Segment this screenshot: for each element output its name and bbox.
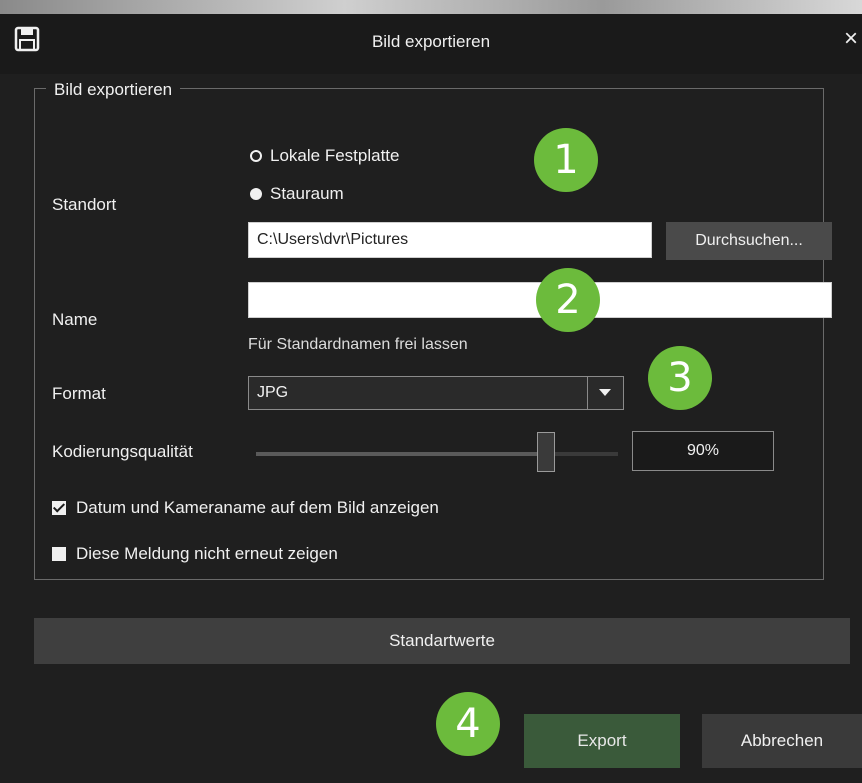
location-label: Standort: [52, 195, 117, 214]
cancel-button[interactable]: Abbrechen: [702, 714, 862, 768]
name-label: Name: [52, 310, 98, 329]
group-legend: Bild exportieren: [46, 80, 181, 100]
dropdown-divider: [587, 377, 588, 409]
callout-1: 1: [534, 128, 598, 192]
checkbox-checked[interactable]: [52, 500, 66, 515]
defaults-button[interactable]: Standartwerte: [34, 618, 850, 664]
format-label: Format: [52, 384, 106, 403]
chevron-down-icon[interactable]: [599, 389, 611, 396]
quality-slider-track[interactable]: [256, 452, 618, 456]
checkbox-unchecked[interactable]: [52, 547, 66, 561]
close-icon[interactable]: ×: [844, 26, 862, 52]
export-button[interactable]: Export: [524, 714, 680, 768]
callout-4: 4: [436, 692, 500, 756]
radio-label: Lokale Festplatte: [270, 146, 400, 165]
title-bar: Bild exportieren ×: [0, 14, 862, 74]
radio-local-disk[interactable]: Lokale Festplatte: [250, 146, 399, 166]
radio-label: Stauraum: [270, 184, 344, 203]
browse-button[interactable]: Durchsuchen...: [666, 222, 832, 260]
radio-storage[interactable]: Stauraum: [250, 184, 344, 204]
format-value: JPG: [257, 384, 289, 401]
dialog-title: Bild exportieren: [371, 32, 491, 51]
callout-3: 3: [648, 346, 712, 410]
checkbox-label: Diese Meldung nicht erneut zeigen: [76, 544, 338, 563]
quality-value-input[interactable]: [632, 431, 774, 471]
background-strip: [0, 0, 862, 14]
name-hint: Für Standardnamen frei lassen: [248, 336, 468, 353]
format-dropdown[interactable]: JPG: [248, 376, 624, 410]
callout-2: 2: [536, 268, 600, 332]
checkbox-label: Datum und Kameraname auf dem Bild anzeig…: [76, 498, 439, 517]
radio-indicator: [250, 188, 262, 200]
quality-slider-handle[interactable]: [536, 432, 555, 472]
radio-indicator: [250, 150, 262, 162]
quality-slider-fill: [256, 452, 546, 456]
checkbox-dont-show-again[interactable]: Diese Meldung nicht erneut zeigen: [52, 544, 338, 564]
path-input[interactable]: [248, 222, 652, 258]
quality-label: Kodierungsqualität: [52, 442, 193, 461]
checkbox-show-date-camera[interactable]: Datum und Kameraname auf dem Bild anzeig…: [52, 498, 439, 518]
